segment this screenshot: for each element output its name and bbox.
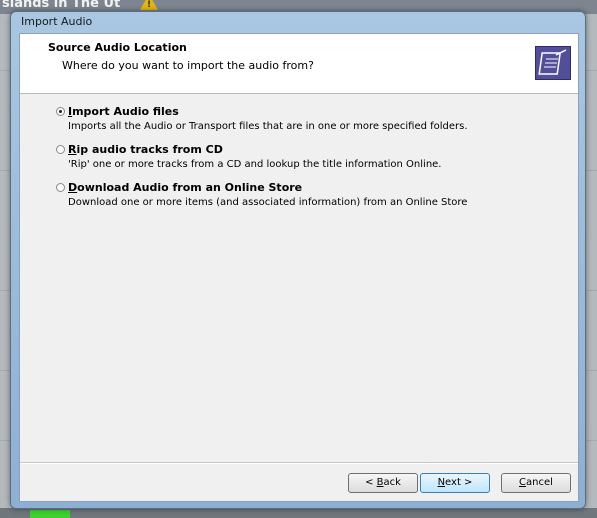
document-pen-icon [535,46,571,80]
mnemonic-n: N [437,477,446,488]
footer-divider-highlight [20,463,578,464]
option-rip-cd-label: Rip audio tracks from CD [68,143,223,156]
option-rip-cd-description: 'Rip' one or more tracks from a CD and l… [68,159,442,170]
background-green-indicator [30,510,70,518]
dialog-client-area: Source Audio Location Where do you want … [19,33,579,502]
option-download-online-store-label: Download Audio from an Online Store [68,181,302,194]
option-import-audio-files-description: Imports all the Audio or Transport files… [68,121,468,132]
radio-import-audio-files[interactable] [56,107,65,116]
cancel-label: ancel [526,477,553,488]
header-title: Source Audio Location [48,41,187,54]
option-rip-cd[interactable]: Rip audio tracks from CD 'Rip' one or mo… [56,143,476,173]
label-rest: ip audio tracks from CD [76,143,223,156]
label-rest: mport Audio files [72,105,179,118]
mnemonic-d: D [68,181,78,194]
header-subtitle: Where do you want to import the audio fr… [62,59,314,72]
import-audio-dialog: Import Audio Source Audio Location Where… [10,11,586,509]
back-prefix: < [365,477,377,488]
option-download-online-store[interactable]: Download Audio from an Online Store Down… [56,181,476,211]
background-bottom-bar [0,508,597,518]
back-label: ack [383,477,401,488]
cancel-button[interactable]: Cancel [501,473,571,493]
radio-rip-cd[interactable] [56,145,65,154]
document-pen-icon-graphic [538,49,567,75]
option-import-audio-files[interactable]: Import Audio files Imports all the Audio… [56,105,476,135]
mnemonic-b: B [376,477,384,488]
background-app-title: slands in The Ut [2,0,121,11]
next-button[interactable]: Next > [420,473,490,493]
window-title: Import Audio [21,15,93,28]
next-label: ext > [445,477,473,488]
label-rest: ownload Audio from an Online Store [77,181,303,194]
radio-download-online-store[interactable] [56,183,65,192]
back-button[interactable]: < Back [348,473,418,493]
wizard-header: Source Audio Location Where do you want … [20,34,578,94]
option-download-online-store-description: Download one or more items (and associat… [68,197,468,208]
option-import-audio-files-label: Import Audio files [68,105,179,118]
warning-mark: ! [147,0,152,10]
mnemonic-c: C [519,477,527,488]
